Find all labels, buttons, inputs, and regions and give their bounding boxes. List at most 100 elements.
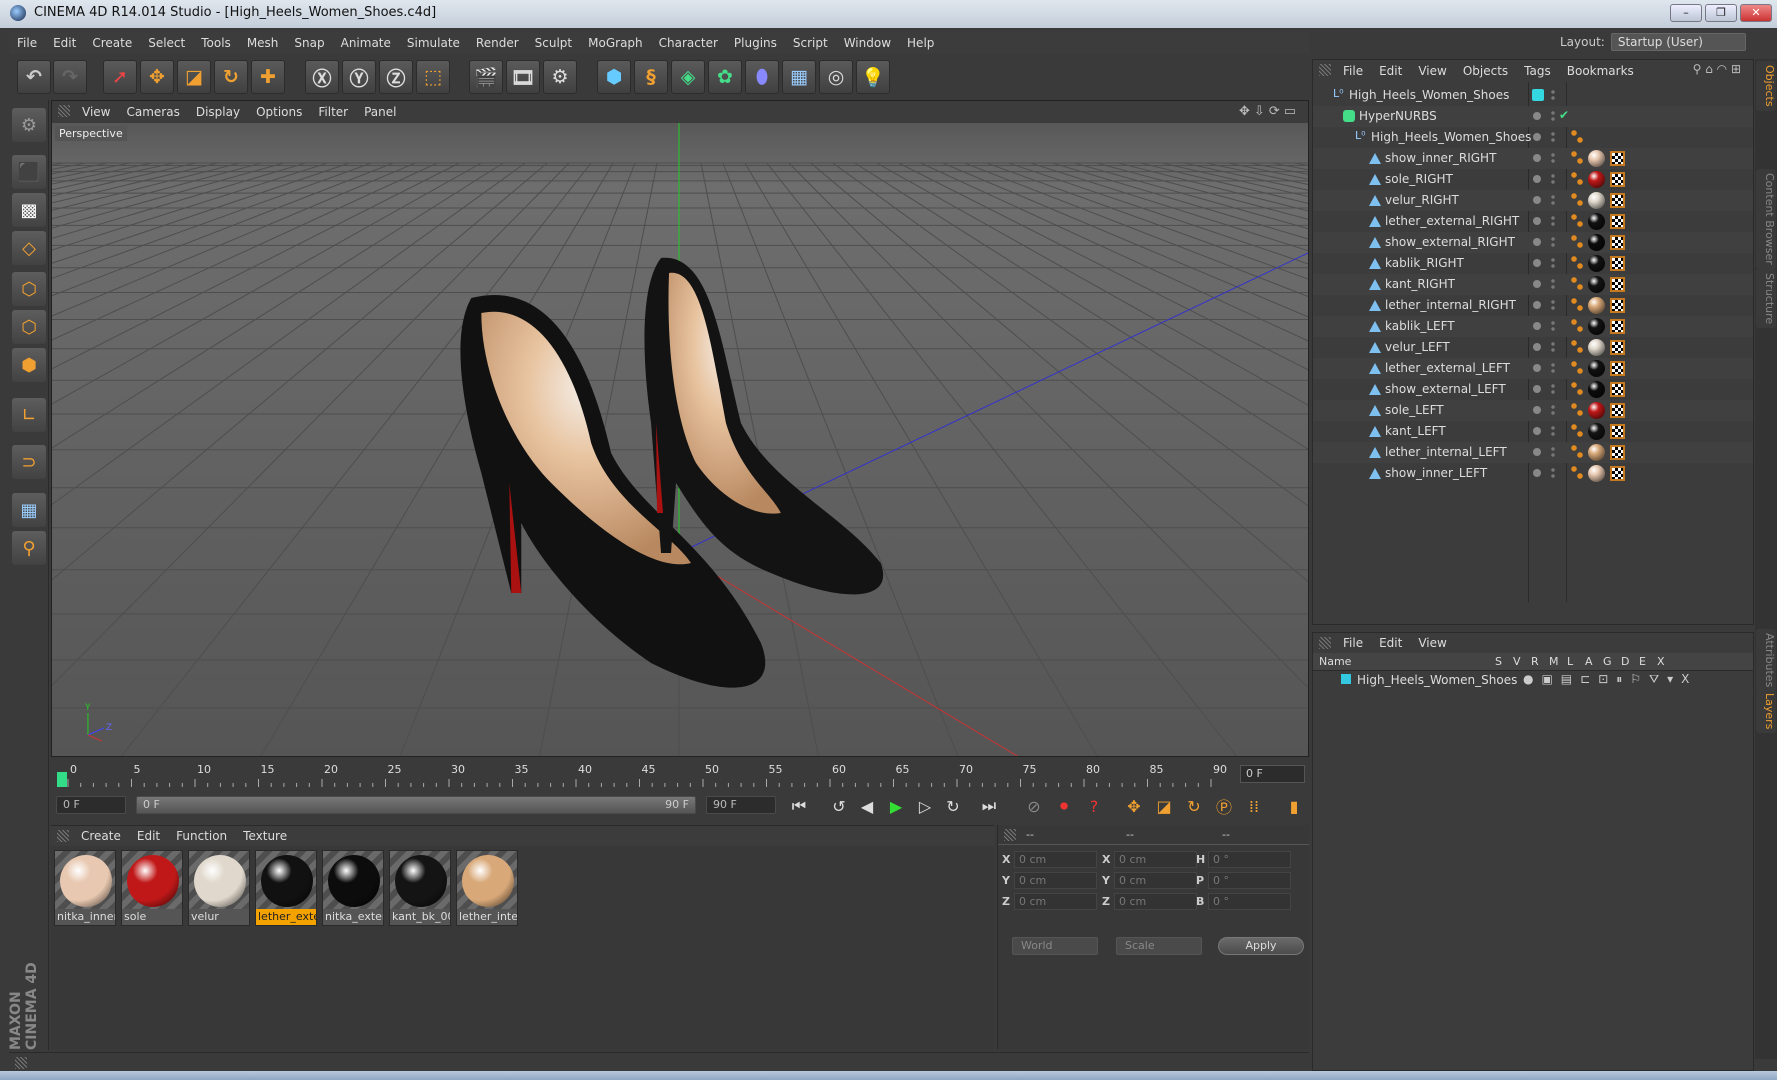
visibility-dot[interactable] <box>1533 469 1541 477</box>
object-row[interactable]: show_inner_RIGHT <box>1313 148 1753 169</box>
camera-icon[interactable]: ◎ <box>819 60 853 94</box>
floor-icon[interactable]: ▦ <box>782 60 816 94</box>
render-visibility-dots[interactable] <box>1551 362 1555 374</box>
viewport-menu-display[interactable]: Display <box>188 105 248 119</box>
render-visibility-dots[interactable] <box>1551 320 1555 332</box>
phong-tag-icon[interactable] <box>1571 466 1583 480</box>
workplane-icon[interactable]: ◇ <box>12 231 46 265</box>
material-tag-icon[interactable] <box>1588 318 1605 335</box>
menu-select[interactable]: Select <box>140 36 193 50</box>
right-tab-objects[interactable]: Objects <box>1756 61 1776 111</box>
viewport-nav-icons[interactable]: ✥⇩⟳▭ <box>1239 104 1300 119</box>
edges-mode-icon[interactable]: ⬡ <box>12 310 46 344</box>
visibility-dot[interactable] <box>1533 406 1541 414</box>
render-visibility-dots[interactable] <box>1551 467 1555 479</box>
layer-color-icon[interactable] <box>1532 89 1544 101</box>
visibility-dot[interactable] <box>1533 427 1541 435</box>
object-row[interactable]: kablik_RIGHT <box>1313 253 1753 274</box>
layer-row[interactable]: High_Heels_Women_Shoes ●▣▤⊏⊡⏸⚐⛛▾X <box>1313 671 1753 689</box>
object-row[interactable]: show_inner_LEFT <box>1313 463 1753 484</box>
material-tag-icon[interactable] <box>1588 465 1605 482</box>
visibility-dot[interactable] <box>1533 301 1541 309</box>
add-icon[interactable]: ✚ <box>251 60 285 94</box>
render-visibility-dots[interactable] <box>1551 341 1555 353</box>
material-menu-edit[interactable]: Edit <box>129 829 168 843</box>
uvw-tag-icon[interactable] <box>1610 466 1625 481</box>
3d-scene[interactable]: YZ <box>52 123 1308 757</box>
visibility-dot[interactable] <box>1533 280 1541 288</box>
go-to-end-icon[interactable]: ⏭ <box>976 794 1002 818</box>
render-visibility-dots[interactable] <box>1551 446 1555 458</box>
material-tag-icon[interactable] <box>1588 360 1605 377</box>
material-swatch[interactable]: sole <box>121 850 183 926</box>
object-row[interactable]: HyperNURBS ✔ <box>1313 106 1753 127</box>
layer-toggle-icons[interactable]: ●▣▤⊏⊡⏸⚐⛛▾X <box>1523 672 1697 687</box>
spline-icon[interactable]: § <box>634 60 668 94</box>
texture-mode-icon[interactable]: ▩ <box>12 193 46 227</box>
phong-tag-icon[interactable] <box>1571 340 1583 354</box>
object-row[interactable]: L⁰ High_Heels_Women_Shoes <box>1313 85 1753 106</box>
points-mode-icon[interactable]: ⬡ <box>12 272 46 306</box>
object-row[interactable]: show_external_RIGHT <box>1313 232 1753 253</box>
timeline-window-icon[interactable]: ▮ <box>1281 794 1307 818</box>
z-axis-icon[interactable]: Ⓩ <box>379 60 413 94</box>
coord-field[interactable]: 0 cm <box>1014 872 1097 889</box>
magnet-icon[interactable]: ⊃ <box>12 445 46 479</box>
live-select-icon[interactable]: ➚ <box>103 60 137 94</box>
deformer-icon[interactable]: ⬮ <box>745 60 779 94</box>
array-icon[interactable]: ✿ <box>708 60 742 94</box>
layer-menu-file[interactable]: File <box>1335 636 1371 650</box>
go-to-start-icon[interactable]: ⏮ <box>786 794 812 818</box>
menu-sculpt[interactable]: Sculpt <box>527 36 580 50</box>
next-frame-icon[interactable]: ▷ <box>912 794 938 818</box>
grid-snap-icon[interactable]: ▦ <box>12 493 46 527</box>
menu-edit[interactable]: Edit <box>45 36 84 50</box>
visibility-dot[interactable] <box>1533 385 1541 393</box>
rotate-icon[interactable]: ↻ <box>214 60 248 94</box>
render-visibility-dots[interactable] <box>1551 278 1555 290</box>
coord-field[interactable]: 0 cm <box>1014 851 1097 868</box>
uvw-tag-icon[interactable] <box>1610 172 1625 187</box>
object-row[interactable]: kablik_LEFT <box>1313 316 1753 337</box>
phong-tag-icon[interactable] <box>1571 298 1583 312</box>
render-view-icon[interactable]: 🎬 <box>469 60 503 94</box>
uvw-tag-icon[interactable] <box>1610 277 1625 292</box>
previous-key-icon[interactable]: ↺ <box>826 794 852 818</box>
material-tag-icon[interactable] <box>1588 423 1605 440</box>
layer-column-x[interactable]: X <box>1657 655 1665 668</box>
menu-create[interactable]: Create <box>84 36 140 50</box>
layer-menu-view[interactable]: View <box>1410 636 1454 650</box>
visibility-dot[interactable] <box>1533 343 1541 351</box>
material-tag-icon[interactable] <box>1588 297 1605 314</box>
frame-range-slider[interactable]: 0 F 90 F <box>136 796 696 814</box>
layer-color-swatch[interactable] <box>1341 674 1351 684</box>
render-visibility-dots[interactable] <box>1551 215 1555 227</box>
object-row[interactable]: show_external_LEFT <box>1313 379 1753 400</box>
key-scale-icon[interactable]: ◪ <box>1151 794 1177 818</box>
start-frame-field[interactable]: 0 F <box>56 796 126 814</box>
viewport-menu-cameras[interactable]: Cameras <box>118 105 187 119</box>
layer-column-d[interactable]: D <box>1621 655 1629 668</box>
uvw-tag-icon[interactable] <box>1610 340 1625 355</box>
material-swatch[interactable]: kant_bk_00 <box>389 850 451 926</box>
phong-tag-icon[interactable] <box>1571 130 1583 144</box>
object-row[interactable]: kant_LEFT <box>1313 421 1753 442</box>
render-picture-viewer-icon[interactable]: 🎞 <box>506 60 540 94</box>
apply-button[interactable]: Apply <box>1218 937 1304 955</box>
visibility-dot[interactable] <box>1533 112 1541 120</box>
object-row[interactable]: lether_internal_RIGHT <box>1313 295 1753 316</box>
nurbs-icon[interactable]: ◈ <box>671 60 705 94</box>
autokey-icon[interactable]: ⏺ <box>1051 794 1077 818</box>
y-axis-icon[interactable]: Ⓨ <box>342 60 376 94</box>
coord-field[interactable]: 0 ° <box>1208 851 1291 868</box>
object-row[interactable]: lether_external_LEFT <box>1313 358 1753 379</box>
layer-column-l[interactable]: L <box>1567 655 1573 668</box>
material-tag-icon[interactable] <box>1588 192 1605 209</box>
maximize-button[interactable]: ❐ <box>1705 4 1737 22</box>
coord-field[interactable]: 0 cm <box>1114 893 1197 910</box>
layer-menu-edit[interactable]: Edit <box>1371 636 1410 650</box>
menu-snap[interactable]: Snap <box>286 36 332 50</box>
menu-animate[interactable]: Animate <box>333 36 399 50</box>
render-visibility-dots[interactable] <box>1551 236 1555 248</box>
object-search-icons[interactable]: ⚲ ⌂ ◠ ⊞ <box>1685 62 1749 76</box>
